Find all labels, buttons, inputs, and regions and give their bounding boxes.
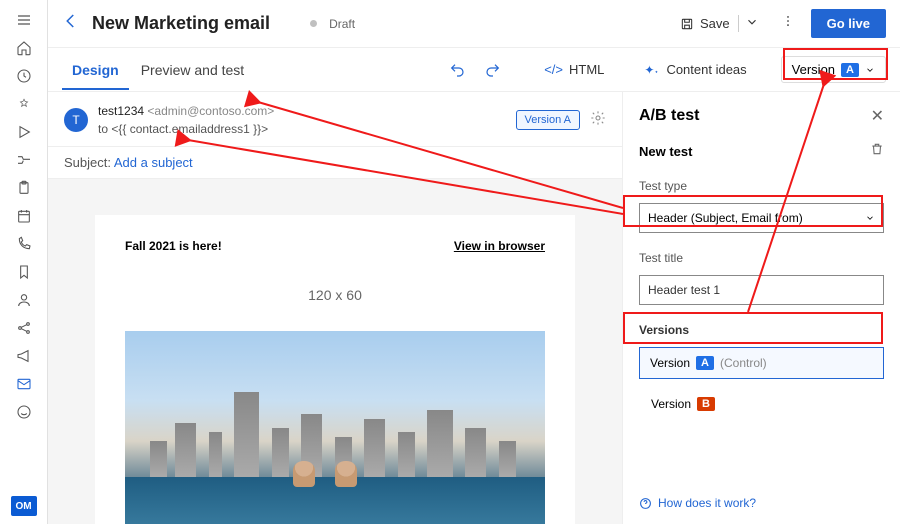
phone-icon[interactable] — [0, 230, 48, 258]
test-type-select[interactable]: Header (Subject, Email from) — [639, 203, 884, 233]
test-type-value: Header (Subject, Email from) — [648, 211, 803, 225]
test-title-input[interactable] — [639, 275, 884, 305]
play-icon[interactable] — [0, 118, 48, 146]
subject-row[interactable]: Subject: Add a subject — [48, 147, 622, 179]
add-subject-link[interactable]: Add a subject — [114, 155, 193, 170]
html-button[interactable]: </> HTML — [534, 62, 614, 77]
subject-label: Subject: — [64, 155, 111, 170]
home-icon[interactable] — [0, 34, 48, 62]
close-icon[interactable]: ✕ — [871, 106, 884, 126]
versions-label: Versions — [639, 323, 884, 337]
paste-icon[interactable] — [0, 174, 48, 202]
megaphone-icon[interactable] — [0, 342, 48, 370]
test-title-label: Test title — [639, 251, 884, 265]
version-b-item[interactable]: Version B — [639, 389, 884, 419]
view-in-browser-link[interactable]: View in browser — [454, 239, 545, 253]
chevron-down-icon[interactable] — [738, 15, 759, 32]
left-nav-rail: OM — [0, 0, 48, 524]
main-area: New Marketing email Draft Save Go live D… — [48, 0, 900, 524]
more-button[interactable] — [777, 10, 799, 37]
version-b-badge: B — [697, 397, 715, 411]
save-button[interactable]: Save — [674, 11, 765, 36]
menu-icon[interactable] — [0, 6, 48, 34]
from-name: test1234 — [98, 104, 144, 118]
top-bar: New Marketing email Draft Save Go live — [48, 0, 900, 48]
tab-preview[interactable]: Preview and test — [131, 50, 255, 90]
version-a-item[interactable]: Version A (Control) — [639, 347, 884, 379]
redo-button[interactable] — [476, 53, 510, 87]
hero-image[interactable] — [125, 331, 545, 524]
chevron-down-icon — [865, 213, 875, 223]
status-label: Draft — [329, 17, 355, 31]
recent-icon[interactable] — [0, 62, 48, 90]
status-dot — [310, 20, 317, 27]
how-does-it-work-link[interactable]: How does it work? — [639, 496, 884, 510]
bookmark-icon[interactable] — [0, 258, 48, 286]
gear-icon[interactable] — [590, 110, 606, 131]
emoji-icon[interactable] — [0, 398, 48, 426]
contact-icon[interactable] — [0, 286, 48, 314]
mail-icon[interactable] — [0, 370, 48, 398]
email-header-card: T test1234 <admin@contoso.com> to <{{ co… — [48, 92, 622, 147]
om-badge[interactable]: OM — [11, 496, 37, 516]
calendar-icon[interactable] — [0, 202, 48, 230]
design-canvas: T test1234 <admin@contoso.com> to <{{ co… — [48, 92, 622, 524]
email-body[interactable]: Fall 2021 is here! View in browser 120 x… — [95, 215, 575, 524]
tab-design[interactable]: Design — [62, 50, 129, 90]
version-label: Version — [792, 62, 835, 77]
test-type-label: Test type — [639, 179, 884, 193]
page-title: New Marketing email — [92, 13, 270, 34]
ideas-label: Content ideas — [666, 62, 746, 77]
to-line: to <{{ contact.emailaddress1 }}> — [98, 120, 506, 138]
sparkle-icon: ✦˖ — [644, 63, 658, 77]
version-a-badge: A — [841, 63, 859, 77]
control-suffix: (Control) — [720, 356, 767, 370]
new-test-label: New test — [639, 144, 692, 159]
share-icon[interactable] — [0, 314, 48, 342]
from-address: <admin@contoso.com> — [147, 104, 274, 118]
version-switcher[interactable]: Version A — [781, 56, 886, 83]
pin-icon[interactable] — [0, 90, 48, 118]
panel-title: A/B test — [639, 107, 699, 125]
html-label: HTML — [569, 62, 604, 77]
help-icon — [639, 497, 652, 510]
back-button[interactable] — [62, 12, 80, 35]
logo-placeholder[interactable]: 120 x 60 — [275, 275, 395, 315]
journey-icon[interactable] — [0, 146, 48, 174]
save-label: Save — [700, 16, 730, 31]
version-a-chip: Version A — [516, 110, 580, 130]
sender-avatar: T — [64, 108, 88, 132]
command-bar: Design Preview and test </> HTML ✦˖ Cont… — [48, 48, 900, 92]
ab-test-panel: A/B test ✕ New test Test type Header (Su… — [622, 92, 900, 524]
code-icon: </> — [544, 62, 563, 77]
delete-icon[interactable] — [870, 142, 884, 161]
content-ideas-button[interactable]: ✦˖ Content ideas — [632, 62, 758, 77]
go-live-button[interactable]: Go live — [811, 9, 886, 38]
version-a-badge: A — [696, 356, 714, 370]
chevron-down-icon — [865, 65, 875, 75]
undo-button[interactable] — [440, 53, 474, 87]
email-headline: Fall 2021 is here! — [125, 239, 222, 253]
